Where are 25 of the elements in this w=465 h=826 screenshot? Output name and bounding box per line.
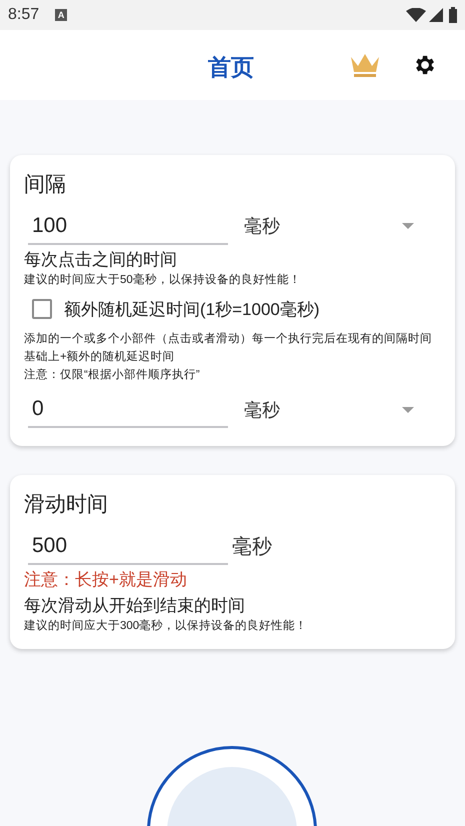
- hint-text: 添加的一个或多个小部件（点击或者滑动）每一个执行完后在现有的间隔时间基础上+额外的随机延迟时间: [24, 331, 433, 365]
- card-title: 间隔: [24, 172, 67, 198]
- caret-icon: [402, 406, 414, 414]
- caret-icon: [402, 223, 414, 230]
- page-title: 首页: [208, 53, 254, 82]
- checkbox[interactable]: [32, 299, 52, 320]
- unit-label: 毫秒: [232, 534, 272, 560]
- checkbox-label: 额外随机延迟时间(1秒=1000毫秒): [64, 298, 320, 320]
- number-field[interactable]: 0: [28, 392, 228, 428]
- status-time: 8:57: [8, 5, 40, 25]
- description: 每次点击之间的时间: [24, 248, 178, 270]
- wifi-icon: [406, 8, 426, 22]
- warning-text: 注意：长按+就是滑动: [24, 568, 188, 590]
- unit-dropdown[interactable]: 毫秒: [244, 392, 422, 428]
- number-field[interactable]: 500: [28, 528, 228, 564]
- hint-text: 注意：仅限“根据小部件顺序执行”: [24, 367, 201, 383]
- unit-dropdown[interactable]: 毫秒: [244, 208, 422, 244]
- hint-text: 建议的时间应大于50毫秒，以保持设备的良好性能！: [24, 272, 302, 288]
- description: 每次滑动从开始到结束的时间: [24, 594, 246, 616]
- number-field[interactable]: 100: [28, 208, 228, 244]
- card-title: 滑动时间: [24, 492, 109, 518]
- signal-icon: [429, 8, 443, 22]
- battery-icon: [449, 7, 457, 23]
- notification-icon: A: [55, 9, 68, 21]
- hint-text: 建议的时间应大于300毫秒，以保持设备的良好性能！: [24, 618, 308, 634]
